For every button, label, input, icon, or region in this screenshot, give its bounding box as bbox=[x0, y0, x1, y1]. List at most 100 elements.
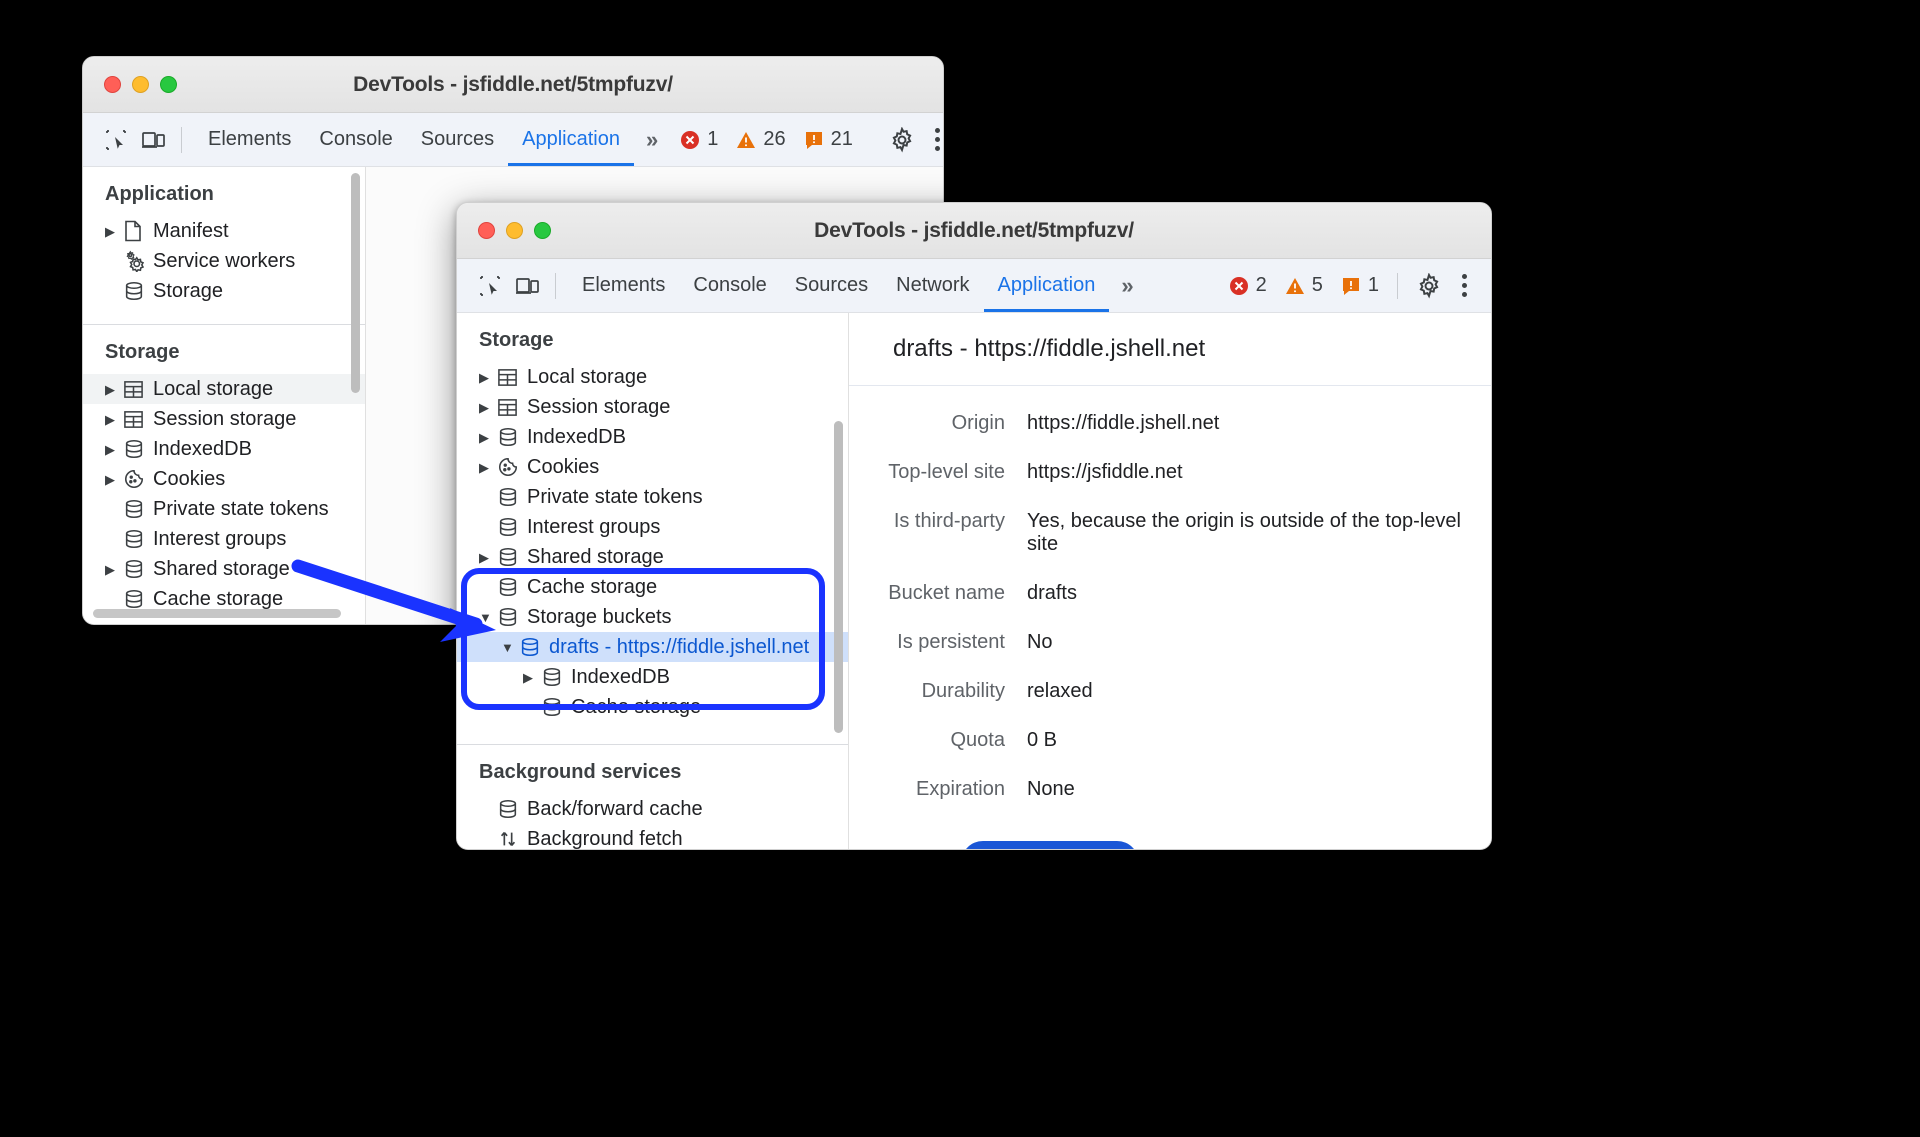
window1-sidebar[interactable]: Application ▶ Manifest Service workers S… bbox=[83, 167, 366, 624]
chevron-right-icon[interactable]: ▶ bbox=[523, 671, 541, 684]
sidebar-item-local-storage[interactable]: ▶ Local storage bbox=[83, 374, 365, 404]
chevron-right-icon[interactable]: ▶ bbox=[105, 563, 123, 576]
minimize-button[interactable] bbox=[506, 222, 523, 239]
inspect-element-icon[interactable] bbox=[97, 123, 135, 157]
more-tabs-icon[interactable]: » bbox=[634, 127, 666, 153]
sidebar-item-local-storage[interactable]: ▶ Local storage bbox=[457, 362, 848, 392]
chevron-right-icon[interactable]: ▶ bbox=[105, 413, 123, 426]
sidebar-item-manifest[interactable]: ▶ Manifest bbox=[83, 216, 365, 246]
tab-network[interactable]: Network bbox=[882, 259, 983, 312]
sidebar-item-indexeddb[interactable]: ▶ IndexedDB bbox=[457, 422, 848, 452]
sidebar-item-cache-storage[interactable]: Cache storage bbox=[457, 572, 848, 602]
detail-value: 0 B bbox=[1026, 729, 1057, 751]
close-button[interactable] bbox=[104, 76, 121, 93]
sidebar-item-service-workers[interactable]: Service workers bbox=[83, 246, 365, 276]
chevron-right-icon[interactable]: ▶ bbox=[105, 225, 123, 238]
sidebar-item-label: Local storage bbox=[527, 365, 648, 388]
detail-key: Is persistent bbox=[897, 631, 1005, 653]
maximize-button[interactable] bbox=[160, 76, 177, 93]
sidebar-item-bucket-cache-storage[interactable]: Cache storage bbox=[457, 692, 848, 722]
gear-icon[interactable] bbox=[1410, 269, 1448, 303]
database-icon bbox=[123, 280, 151, 302]
chevron-right-icon[interactable]: ▶ bbox=[479, 461, 497, 474]
kebab-menu-icon[interactable] bbox=[921, 128, 943, 151]
chevron-right-icon[interactable]: ▶ bbox=[105, 473, 123, 486]
warning-icon bbox=[737, 131, 756, 148]
sidebar-item-shared-storage[interactable]: ▶ Shared storage bbox=[457, 542, 848, 572]
sidebar-item-label: IndexedDB bbox=[571, 665, 670, 688]
window1-tabstrip[interactable]: Elements Console Sources Application » 1 bbox=[83, 113, 943, 167]
devtools-window-front[interactable]: DevTools - jsfiddle.net/5tmpfuzv/ Elemen… bbox=[456, 202, 1492, 850]
sidebar-item-indexeddb[interactable]: ▶ IndexedDB bbox=[83, 434, 365, 464]
sidebar-item-cookies[interactable]: ▶ Cookies bbox=[457, 452, 848, 482]
detail-key: Quota bbox=[950, 729, 1005, 751]
chevron-down-icon[interactable]: ▼ bbox=[479, 611, 497, 624]
delete-bucket-button[interactable]: Delete bucket bbox=[960, 841, 1140, 849]
device-toolbar-icon[interactable] bbox=[135, 123, 173, 157]
window2-titlebar[interactable]: DevTools - jsfiddle.net/5tmpfuzv/ bbox=[457, 203, 1491, 259]
sidebar-item-cookies[interactable]: ▶ Cookies bbox=[83, 464, 365, 494]
database-icon bbox=[497, 426, 525, 448]
tab-application[interactable]: Application bbox=[508, 113, 634, 166]
tab-elements[interactable]: Elements bbox=[568, 259, 679, 312]
detail-value: https://jsfiddle.net bbox=[1026, 461, 1183, 483]
sidebar-item-private-state-tokens[interactable]: Private state tokens bbox=[83, 494, 365, 524]
sidebar-item-label: IndexedDB bbox=[153, 437, 252, 460]
sidebar-item-interest-groups[interactable]: Interest groups bbox=[457, 512, 848, 542]
window2-issue-counts[interactable]: 2 5 1 bbox=[1223, 274, 1385, 297]
sidebar-vertical-scrollbar[interactable] bbox=[351, 173, 360, 393]
chevron-right-icon[interactable]: ▶ bbox=[105, 443, 123, 456]
maximize-button[interactable] bbox=[534, 222, 551, 239]
inspect-element-icon[interactable] bbox=[471, 269, 509, 303]
close-button[interactable] bbox=[478, 222, 495, 239]
tab-sources[interactable]: Sources bbox=[407, 113, 508, 166]
tab-console[interactable]: Console bbox=[679, 259, 780, 312]
warning-count-group[interactable]: 5 bbox=[1279, 274, 1329, 297]
warning-count-group[interactable]: 26 bbox=[730, 128, 791, 151]
more-tabs-icon[interactable]: » bbox=[1109, 273, 1141, 299]
sidebar-item-label: Cache storage bbox=[571, 695, 702, 718]
detail-field-top-level-site: Top-level site https://jsfiddle.net bbox=[849, 461, 1491, 484]
window2-tabstrip[interactable]: Elements Console Sources Network Applica… bbox=[457, 259, 1491, 313]
window1-traffic-lights[interactable] bbox=[83, 76, 177, 93]
window1-issue-counts[interactable]: 1 26 21 bbox=[674, 128, 859, 151]
sidebar-item-bucket-indexeddb[interactable]: ▶ IndexedDB bbox=[457, 662, 848, 692]
sidebar-item-interest-groups[interactable]: Interest groups bbox=[83, 524, 365, 554]
sidebar-item-storage[interactable]: Storage bbox=[83, 276, 365, 306]
database-icon bbox=[497, 576, 525, 598]
tab-application[interactable]: Application bbox=[984, 259, 1110, 312]
device-toolbar-icon[interactable] bbox=[509, 269, 547, 303]
info-count-group[interactable]: 21 bbox=[798, 128, 859, 151]
window2-body: Storage ▶ Local storage ▶ Session storag… bbox=[457, 313, 1491, 849]
window1-titlebar[interactable]: DevTools - jsfiddle.net/5tmpfuzv/ bbox=[83, 57, 943, 113]
sidebar-item-session-storage[interactable]: ▶ Session storage bbox=[457, 392, 848, 422]
minimize-button[interactable] bbox=[132, 76, 149, 93]
sidebar-horizontal-scrollbar[interactable] bbox=[93, 609, 341, 618]
sidebar-item-shared-storage[interactable]: ▶ Shared storage bbox=[83, 554, 365, 584]
gear-icon[interactable] bbox=[883, 123, 921, 157]
window2-traffic-lights[interactable] bbox=[457, 222, 551, 239]
tab-console[interactable]: Console bbox=[305, 113, 406, 166]
kebab-menu-icon[interactable] bbox=[1448, 274, 1481, 297]
database-icon bbox=[123, 588, 151, 610]
tab-sources[interactable]: Sources bbox=[781, 259, 882, 312]
error-count-group[interactable]: 2 bbox=[1223, 274, 1273, 297]
error-count-group[interactable]: 1 bbox=[674, 128, 724, 151]
info-count-group[interactable]: 1 bbox=[1335, 274, 1385, 297]
sidebar-item-background-fetch[interactable]: Background fetch bbox=[457, 824, 848, 849]
sidebar-item-storage-buckets[interactable]: ▼ Storage buckets bbox=[457, 602, 848, 632]
sidebar-item-back-forward-cache[interactable]: Back/forward cache bbox=[457, 794, 848, 824]
chevron-right-icon[interactable]: ▶ bbox=[479, 431, 497, 444]
tab-elements[interactable]: Elements bbox=[194, 113, 305, 166]
info-message-icon bbox=[805, 131, 822, 149]
sidebar-vertical-scrollbar[interactable] bbox=[833, 421, 843, 733]
chevron-right-icon[interactable]: ▶ bbox=[105, 383, 123, 396]
chevron-right-icon[interactable]: ▶ bbox=[479, 371, 497, 384]
window2-sidebar[interactable]: Storage ▶ Local storage ▶ Session storag… bbox=[457, 313, 849, 849]
sidebar-item-session-storage[interactable]: ▶ Session storage bbox=[83, 404, 365, 434]
chevron-right-icon[interactable]: ▶ bbox=[479, 401, 497, 414]
chevron-down-icon[interactable]: ▼ bbox=[501, 641, 519, 654]
chevron-right-icon[interactable]: ▶ bbox=[479, 551, 497, 564]
sidebar-item-bucket-drafts[interactable]: ▼ drafts - https://fiddle.jshell.net bbox=[457, 632, 848, 662]
sidebar-item-private-state-tokens[interactable]: Private state tokens bbox=[457, 482, 848, 512]
